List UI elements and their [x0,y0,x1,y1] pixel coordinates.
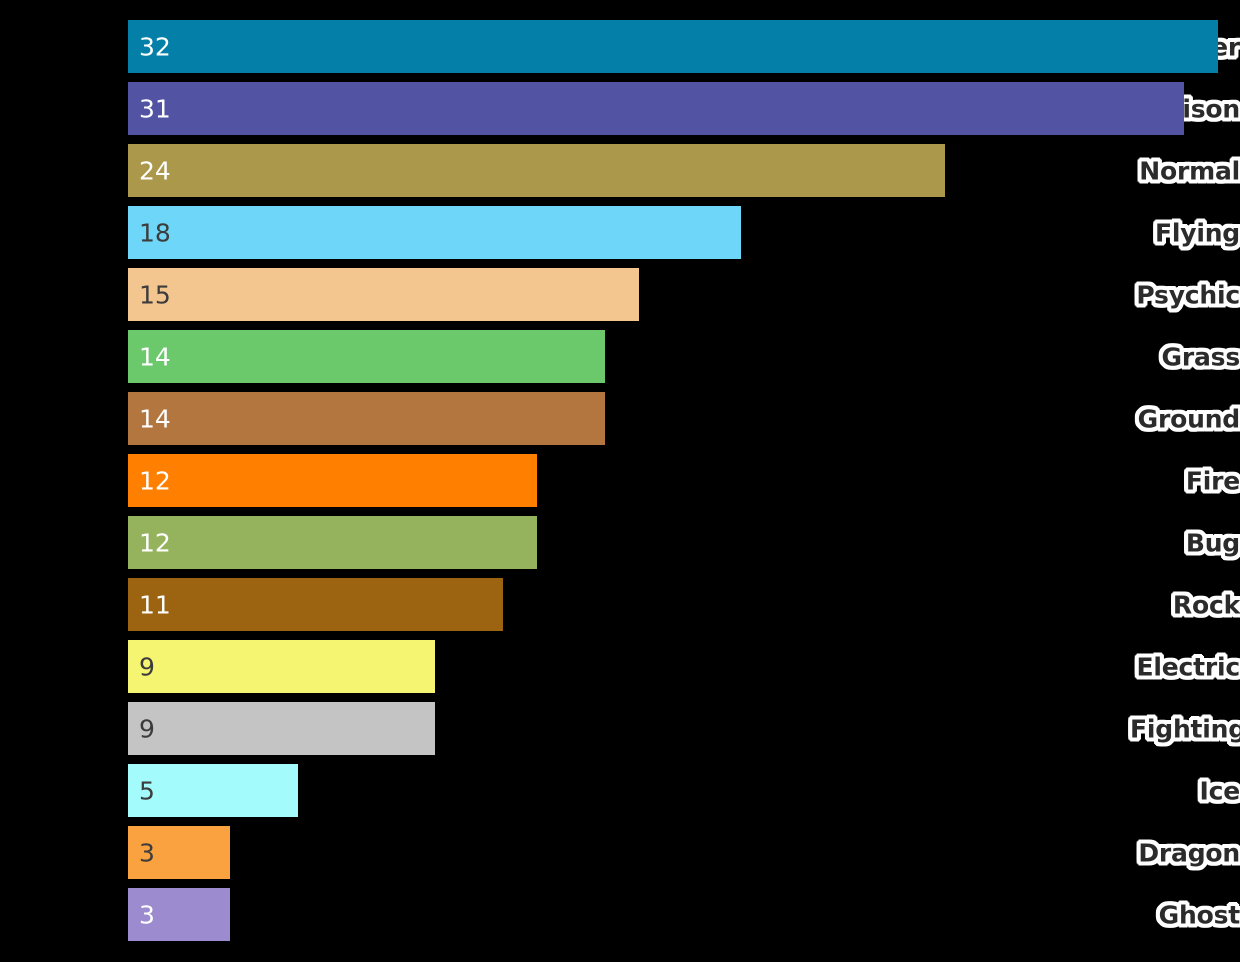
category-label: Normal [1139,156,1240,185]
category-label: Fire [1185,466,1240,495]
bar-wrap: 15 [128,268,639,321]
bar-row: Grass 14 [0,330,1240,383]
bar-wrap: 14 [128,330,605,383]
bar-row: Fighting 9 [0,702,1240,755]
bar[interactable]: 14 [128,392,605,445]
bar-value-label: 3 [139,900,155,929]
bar-value-label: 14 [139,342,171,371]
bar-row: Psychic 15 [0,268,1240,321]
bar-wrap: 14 [128,392,605,445]
category-label: Grass [1161,342,1240,371]
bar-value-label: 3 [139,838,155,867]
bar-wrap: 12 [128,454,537,507]
bar-row: Dragon 3 [0,826,1240,879]
category-label: Fighting [1130,714,1240,743]
bar-wrap: 31 [128,82,1184,135]
bar-value-label: 15 [139,280,171,309]
bar-value-label: 12 [139,466,171,495]
bar-row: Bug 12 [0,516,1240,569]
category-label: Electric [1136,652,1240,681]
bar-value-label: 11 [139,590,171,619]
bar[interactable]: 12 [128,454,537,507]
bar-wrap: 3 [128,826,230,879]
category-label: Rock [1172,590,1240,619]
bar-value-label: 9 [139,714,155,743]
category-label: Ground [1137,404,1240,433]
bar-row: Normal 24 [0,144,1240,197]
category-label: Bug [1185,528,1240,557]
bar-value-label: 12 [139,528,171,557]
bar[interactable]: 18 [128,206,741,259]
bar-wrap: 9 [128,640,435,693]
category-label: Dragon [1138,838,1240,867]
bar-value-label: 5 [139,776,155,805]
bar-value-label: 18 [139,218,171,247]
bar-row: Poison 31 [0,82,1240,135]
bar-row: Water32 [0,20,1240,73]
category-label: Flying [1154,218,1240,247]
bar[interactable]: 12 [128,516,537,569]
bar-wrap: 18 [128,206,741,259]
bar[interactable]: 5 [128,764,298,817]
bar-row: Rock 11 [0,578,1240,631]
bar[interactable]: 24 [128,144,945,197]
bar[interactable]: 32 [128,20,1218,73]
bar-wrap: 3 [128,888,230,941]
bar-row: Electric 9 [0,640,1240,693]
category-label: Psychic [1136,280,1240,309]
bar-wrap: 32 [128,20,1218,73]
bar-wrap: 12 [128,516,537,569]
bar-wrap: 9 [128,702,435,755]
bar-row: Ghost 3 [0,888,1240,941]
bar[interactable]: 9 [128,702,435,755]
bar[interactable]: 3 [128,826,230,879]
bar-row: Ground 14 [0,392,1240,445]
bar[interactable]: 11 [128,578,503,631]
bar-value-label: 32 [139,32,171,61]
bar-value-label: 24 [139,156,171,185]
bar-value-label: 14 [139,404,171,433]
bar-wrap: 5 [128,764,298,817]
bar[interactable]: 9 [128,640,435,693]
bar-row: Fire 12 [0,454,1240,507]
horizontal-bar-chart: Water32 Poison31 Normal 24 Flying 18 Psychic 15… [0,0,1240,962]
bar[interactable]: 14 [128,330,605,383]
bar-wrap: 11 [128,578,503,631]
bar-value-label: 9 [139,652,155,681]
category-label: Ice [1199,776,1240,805]
bar-row: Flying 18 [0,206,1240,259]
bar[interactable]: 15 [128,268,639,321]
bar-wrap: 24 [128,144,945,197]
bar[interactable]: 3 [128,888,230,941]
bar[interactable]: 31 [128,82,1184,135]
category-label: Ghost [1158,900,1240,929]
bar-row: Ice 5 [0,764,1240,817]
bar-value-label: 31 [139,94,171,123]
